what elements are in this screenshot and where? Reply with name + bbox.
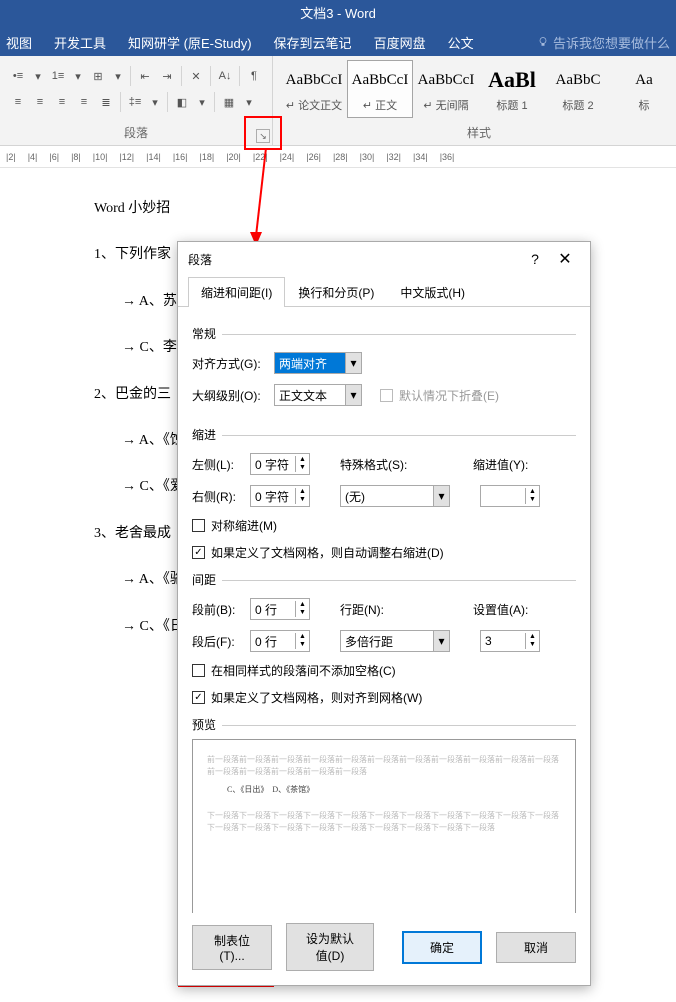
tabs-button[interactable]: 制表位(T)... bbox=[192, 925, 272, 970]
after-label: 段后(F): bbox=[192, 633, 242, 650]
dropdown-icon[interactable]: ▾ bbox=[70, 66, 86, 86]
alignment-label: 对齐方式(G): bbox=[192, 355, 266, 372]
chevron-down-icon: ▾ bbox=[345, 385, 361, 405]
sort-button[interactable]: A↓ bbox=[215, 66, 235, 86]
align-center-button[interactable]: ≡ bbox=[30, 92, 50, 112]
section-indent: 缩进 bbox=[192, 428, 222, 442]
tab-line-page-breaks[interactable]: 换行和分页(P) bbox=[285, 277, 387, 307]
outline-label: 大纲级别(O): bbox=[192, 387, 266, 404]
borders-button[interactable]: ▦ bbox=[219, 92, 239, 112]
left-indent-spinner[interactable]: 0 字符▲▼ bbox=[250, 453, 310, 475]
line-spacing-button[interactable]: ‡≡ bbox=[125, 92, 145, 112]
increase-indent-button[interactable]: ⇥ bbox=[157, 66, 177, 86]
chevron-down-icon: ▾ bbox=[433, 631, 449, 651]
set-default-button[interactable]: 设为默认值(D) bbox=[286, 923, 374, 971]
tab-gongwen[interactable]: 公文 bbox=[448, 33, 474, 52]
right-indent-spinner[interactable]: 0 字符▲▼ bbox=[250, 485, 310, 507]
no-extra-space-checkbox[interactable]: 在相同样式的段落间不添加空格(C) bbox=[192, 662, 396, 679]
justify-button[interactable]: ≡ bbox=[74, 92, 94, 112]
linespace-label: 行距(N): bbox=[340, 601, 443, 618]
style-heading1[interactable]: AaBl标题 1 bbox=[479, 60, 545, 118]
align-left-button[interactable]: ≡ bbox=[8, 92, 28, 112]
alignment-combo[interactable]: 两端对齐▾ bbox=[274, 352, 362, 374]
align-right-button[interactable]: ≡ bbox=[52, 92, 72, 112]
snap-grid-checkbox[interactable]: ✓如果定义了文档网格，则对齐到网格(W) bbox=[192, 689, 422, 706]
style-more[interactable]: Aa标 bbox=[611, 60, 676, 118]
cancel-button[interactable]: 取消 bbox=[496, 932, 576, 963]
dropdown-icon[interactable]: ▾ bbox=[147, 92, 163, 112]
dropdown-icon[interactable]: ▾ bbox=[110, 66, 126, 86]
special-combo[interactable]: (无)▾ bbox=[340, 485, 450, 507]
chevron-down-icon: ▾ bbox=[345, 353, 361, 373]
ribbon: •≡ ▾ 1≡ ▾ ⊞ ▾ ⇤ ⇥ ✕ A↓ ¶ ≡ bbox=[0, 56, 676, 146]
style-nospacing[interactable]: AaBbCcI↵ 无间隔 bbox=[413, 60, 479, 118]
before-label: 段前(B): bbox=[192, 601, 242, 618]
show-marks-button[interactable]: ¶ bbox=[244, 66, 264, 86]
asian-layout-button[interactable]: ✕ bbox=[186, 66, 206, 86]
paragraph-tools: •≡ ▾ 1≡ ▾ ⊞ ▾ ⇤ ⇥ ✕ A↓ ¶ ≡ bbox=[8, 66, 264, 112]
style-lunwen[interactable]: AaBbCcI↵ 论文正文 bbox=[281, 60, 347, 118]
paragraph-dialog-launcher[interactable]: ↘ bbox=[256, 129, 270, 143]
window-title: 文档3 - Word bbox=[0, 0, 676, 28]
dropdown-icon[interactable]: ▾ bbox=[30, 66, 46, 86]
linespace-combo[interactable]: 多倍行距▾ bbox=[340, 630, 450, 652]
doc-text: Word 小妙招 bbox=[94, 198, 676, 220]
collapse-checkbox: 默认情况下折叠(E) bbox=[380, 387, 499, 404]
multilevel-button[interactable]: ⊞ bbox=[88, 66, 108, 86]
ok-button[interactable]: 确定 bbox=[402, 931, 482, 964]
styles-gallery[interactable]: AaBbCcI↵ 论文正文 AaBbCcI↵ 正文 AaBbCcI↵ 无间隔 A… bbox=[281, 60, 676, 118]
indentval-label: 缩进值(Y): bbox=[473, 456, 576, 473]
tab-view[interactable]: 视图 bbox=[6, 33, 32, 52]
left-indent-label: 左侧(L): bbox=[192, 456, 242, 473]
paragraph-dialog: 段落 ? ✕ 缩进和间距(I) 换行和分页(P) 中文版式(H) 常规 对齐方式… bbox=[177, 241, 591, 986]
dropdown-icon[interactable]: ▾ bbox=[241, 92, 257, 112]
preview-box: 前一段落前一段落前一段落前一段落前一段落前一段落前一段落前一段落前一段落前一段落… bbox=[192, 739, 576, 913]
setat-spinner[interactable]: 3▲▼ bbox=[480, 630, 540, 652]
bullets-button[interactable]: •≡ bbox=[8, 66, 28, 86]
chevron-down-icon: ▾ bbox=[433, 486, 449, 506]
tab-asian-typo[interactable]: 中文版式(H) bbox=[387, 277, 478, 307]
decrease-indent-button[interactable]: ⇤ bbox=[135, 66, 155, 86]
style-heading2[interactable]: AaBbC标题 2 bbox=[545, 60, 611, 118]
group-styles-label: 样式 bbox=[273, 122, 676, 145]
dropdown-icon[interactable]: ▾ bbox=[194, 92, 210, 112]
tell-me[interactable]: 告诉我您想要做什么 bbox=[537, 33, 670, 52]
style-normal[interactable]: AaBbCcI↵ 正文 bbox=[347, 60, 413, 118]
section-preview: 预览 bbox=[192, 718, 222, 732]
section-general: 常规 bbox=[192, 327, 222, 341]
close-button[interactable]: ✕ bbox=[550, 249, 580, 269]
numbering-button[interactable]: 1≡ bbox=[48, 66, 68, 86]
bulb-icon bbox=[537, 36, 549, 48]
auto-adjust-checkbox[interactable]: ✓如果定义了文档网格，则自动调整右缩进(D) bbox=[192, 544, 444, 561]
outline-combo[interactable]: 正文文本▾ bbox=[274, 384, 362, 406]
after-spinner[interactable]: 0 行▲▼ bbox=[250, 630, 310, 652]
distributed-button[interactable]: ≣ bbox=[96, 92, 116, 112]
group-paragraph-label: 段落 ↘ bbox=[0, 122, 272, 145]
tab-dev[interactable]: 开发工具 bbox=[54, 33, 106, 52]
tab-estudy[interactable]: 知网研学 (原E-Study) bbox=[128, 33, 252, 52]
help-button[interactable]: ? bbox=[520, 251, 550, 267]
special-label: 特殊格式(S): bbox=[340, 456, 443, 473]
setat-label: 设置值(A): bbox=[473, 601, 576, 618]
tab-indent-spacing[interactable]: 缩进和间距(I) bbox=[188, 277, 285, 307]
before-spinner[interactable]: 0 行▲▼ bbox=[250, 598, 310, 620]
tab-save-cloud[interactable]: 保存到云笔记 bbox=[274, 33, 352, 52]
ribbon-tabs: 视图 开发工具 知网研学 (原E-Study) 保存到云笔记 百度网盘 公文 告… bbox=[0, 28, 676, 56]
shading-button[interactable]: ◧ bbox=[172, 92, 192, 112]
dialog-title: 段落 bbox=[188, 251, 212, 268]
tab-baidu[interactable]: 百度网盘 bbox=[374, 33, 426, 52]
section-spacing: 间距 bbox=[192, 573, 222, 587]
right-indent-label: 右侧(R): bbox=[192, 488, 242, 505]
indentval-spinner[interactable]: ▲▼ bbox=[480, 485, 540, 507]
mirror-indent-checkbox[interactable]: 对称缩进(M) bbox=[192, 517, 277, 534]
horizontal-ruler[interactable]: |2||4||6||8||10||12||14||16||18||20||22|… bbox=[0, 146, 676, 168]
